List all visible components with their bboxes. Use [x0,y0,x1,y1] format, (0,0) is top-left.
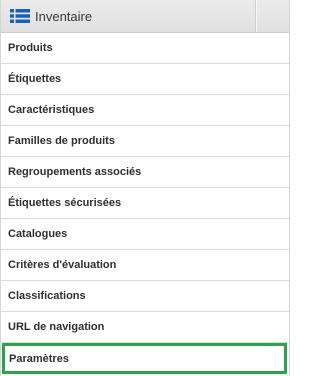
menu-item-classifications[interactable]: Classifications [1,281,289,312]
menu-item-etiquettes-securisees[interactable]: Étiquettes sécurisées [1,188,289,219]
menu-list: Produits Étiquettes Caractéristiques Fam… [1,33,289,374]
menu-item-parametres[interactable]: Paramètres [2,343,287,374]
panel-title: Inventaire [35,8,93,24]
menu-item-url-de-navigation[interactable]: URL de navigation [1,312,289,343]
menu-item-criteres-d-evaluation[interactable]: Critères d'évaluation [1,250,289,281]
menu-item-regroupements-associes[interactable]: Regroupements associés [1,157,289,188]
header-divider [255,0,257,32]
list-icon [10,9,30,23]
menu-item-familles-de-produits[interactable]: Familles de produits [1,126,289,157]
inventory-panel: Inventaire Produits Étiquettes Caractéri… [0,0,290,376]
menu-item-produits[interactable]: Produits [1,33,289,64]
menu-item-etiquettes[interactable]: Étiquettes [1,64,289,95]
menu-item-catalogues[interactable]: Catalogues [1,219,289,250]
panel-header[interactable]: Inventaire [1,0,289,33]
menu-item-caracteristiques[interactable]: Caractéristiques [1,95,289,126]
